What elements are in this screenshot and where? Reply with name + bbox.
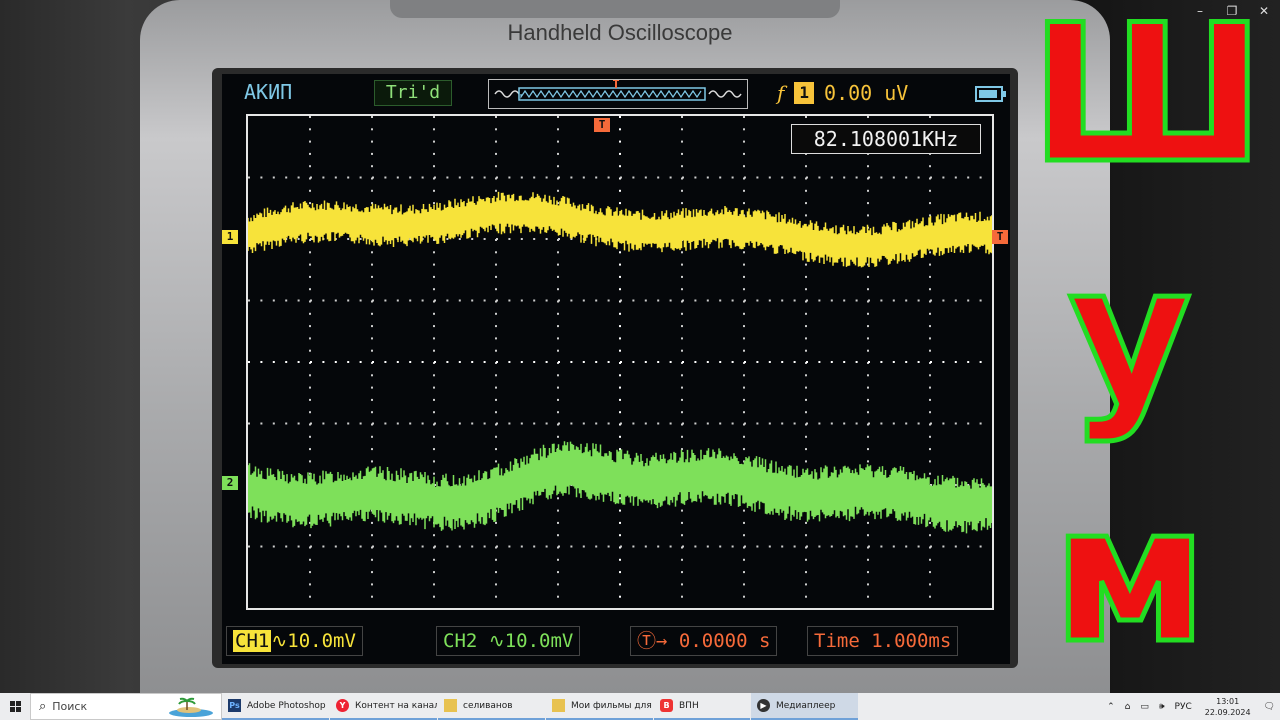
device-title: Handheld Oscilloscope: [507, 20, 733, 45]
ch2-scale: CH2 ∿10.0mV: [436, 626, 581, 656]
brand-label: АКИП: [244, 80, 293, 104]
screen-info-bar: CH1 ∿10.0mV CH2 ∿10.0mV Ⓣ→ 0.0000 s Time …: [222, 622, 1010, 658]
vpn-icon: B: [660, 699, 673, 712]
ac-coupling-icon: ∿: [271, 630, 288, 652]
taskbar-app-folder-2[interactable]: Мои фильмы для ...: [546, 693, 653, 720]
grid-dots: [248, 116, 994, 598]
folder-icon: [444, 699, 457, 712]
taskbar-app-label: Контент на канале...: [355, 700, 437, 711]
restore-button[interactable]: ❐: [1216, 0, 1248, 22]
overlay-letter-3: м: [1050, 464, 1210, 685]
trigger-status: Tri'd: [374, 80, 452, 106]
trigger-level: 0.00 uV: [824, 81, 909, 105]
trigger-info: f 1 0.00 uV: [777, 80, 908, 106]
taskbar-search[interactable]: ⌕ Поиск: [30, 693, 222, 720]
network-icon[interactable]: ⌂: [1125, 702, 1131, 712]
folder-icon: [552, 699, 565, 712]
clock-time: 13:01: [1216, 696, 1240, 706]
device-top-panel: [390, 0, 840, 18]
search-icon: ⌕: [39, 699, 47, 714]
language-indicator[interactable]: РУС: [1175, 702, 1192, 712]
taskbar-app-label: Мои фильмы для ...: [571, 700, 653, 711]
waveform-grid: [246, 114, 994, 610]
close-button[interactable]: ✕: [1248, 0, 1280, 22]
taskbar-clock[interactable]: 13:01 22.09.2024: [1205, 696, 1251, 718]
waveform-area: [247, 116, 994, 598]
taskbar: ⌕ Поиск Ps Adobe Photoshop ... Y Контент н…: [0, 693, 1280, 720]
overlay-letter-2: у: [1066, 224, 1195, 445]
ch1-scale-value: 10.0mV: [287, 630, 356, 652]
taskbar-app-folder-1[interactable]: селиванов: [438, 693, 545, 720]
notifications-icon[interactable]: 🗨: [1264, 702, 1275, 712]
taskbar-app-label: селиванов: [463, 700, 513, 711]
ch2-offset-marker: 2: [222, 476, 238, 490]
taskbar-app-browser[interactable]: Y Контент на канале...: [330, 693, 437, 720]
ch2-trace: [247, 441, 993, 534]
trigger-offset-icon: Ⓣ→: [637, 630, 668, 652]
taskbar-app-vpn[interactable]: B ВПН: [654, 693, 750, 720]
taskbar-apps: Ps Adobe Photoshop ... Y Контент на канале…: [222, 693, 859, 720]
ch2-tag: CH2: [443, 630, 478, 652]
ch1-offset-marker: 1: [222, 230, 238, 244]
start-button[interactable]: [0, 693, 30, 720]
chevron-up-icon[interactable]: ⌃: [1107, 702, 1115, 712]
volume-icon[interactable]: 🕪: [1159, 702, 1165, 712]
battery-icon: [975, 86, 1006, 102]
ch1-scale: CH1 ∿10.0mV: [226, 626, 363, 656]
trigger-source: 1: [794, 82, 815, 104]
screen-status-bar: АКИП Tri'd f 1 0.00 uV: [222, 74, 1010, 110]
minimize-button[interactable]: –: [1184, 0, 1216, 22]
timebase: Time 1.000ms: [807, 626, 959, 656]
memory-position-bar: [488, 79, 748, 109]
trigger-slope-icon: f: [777, 81, 785, 105]
system-tray: ⌃ ⌂ ▭ 🕪 РУС 13:01 22.09.2024 🗨: [1102, 693, 1280, 720]
memory-waveform-icon: [494, 80, 742, 101]
ch1-tag: CH1: [233, 630, 272, 652]
ac-coupling-icon: ∿: [488, 630, 505, 652]
overlay-letter-1: Ш: [1028, 0, 1268, 205]
taskbar-app-media-player[interactable]: ▶ Медиаплеер: [751, 693, 858, 720]
trigger-position-value: 0.0000 s: [678, 630, 771, 652]
taskbar-app-label: Медиаплеер: [776, 700, 836, 711]
search-placeholder: Поиск: [52, 700, 88, 713]
media-player-icon: ▶: [757, 699, 770, 712]
taskbar-app-label: ВПН: [679, 700, 699, 711]
yandex-browser-icon: Y: [336, 699, 349, 712]
taskbar-app-photoshop[interactable]: Ps Adobe Photoshop ...: [222, 693, 329, 720]
search-highlight-icon: [169, 697, 213, 717]
oscilloscope-screen: АКИП Tri'd f 1 0.00 uV T 1 2 T 82.108001…: [222, 74, 1010, 664]
trigger-position: Ⓣ→ 0.0000 s: [630, 626, 778, 656]
window-controls: – ❐ ✕: [1184, 0, 1280, 22]
ch2-scale-value: 10.0mV: [504, 630, 574, 652]
clock-date: 22.09.2024: [1204, 707, 1251, 717]
display-icon[interactable]: ▭: [1140, 702, 1149, 712]
taskbar-app-label: Adobe Photoshop ...: [247, 700, 329, 711]
trigger-position-marker: T: [594, 118, 610, 132]
trigger-level-marker: T: [992, 230, 1008, 244]
photoshop-icon: Ps: [228, 699, 241, 712]
frequency-readout: 82.108001KHz: [791, 124, 981, 154]
